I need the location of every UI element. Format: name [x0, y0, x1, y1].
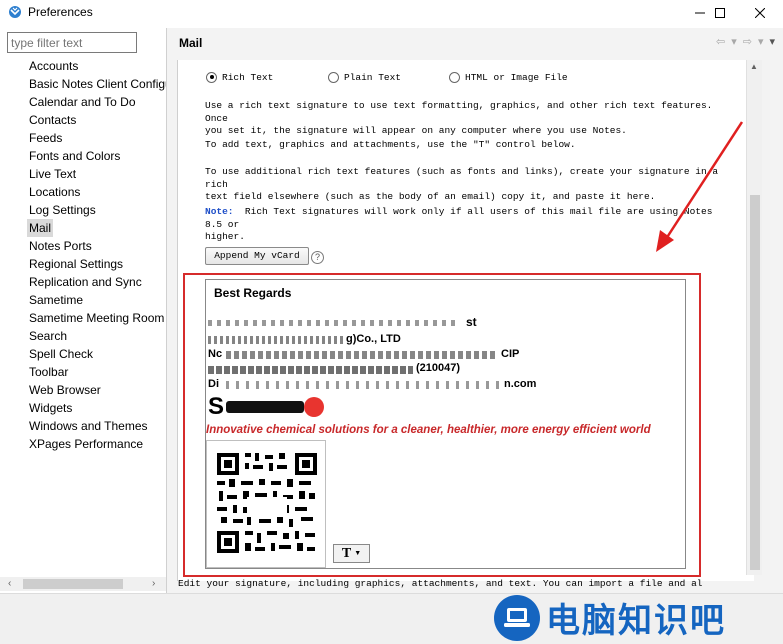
- back-icon[interactable]: ⇦: [716, 35, 725, 48]
- watermark-text: 电脑知识吧: [546, 601, 726, 641]
- nav-item-feeds[interactable]: Feeds: [27, 129, 64, 147]
- nav-item-search[interactable]: Search: [27, 327, 69, 345]
- nav-item-xpages-performance[interactable]: XPages Performance: [27, 435, 145, 453]
- radio-rich-text[interactable]: Rich Text: [206, 70, 273, 84]
- nav-item-sametime-meeting-room[interactable]: Sametime Meeting Room: [27, 309, 166, 327]
- nav-item-locations[interactable]: Locations: [27, 183, 82, 201]
- site-watermark: 电脑知识吧: [494, 591, 783, 644]
- help-icon[interactable]: ?: [311, 251, 324, 264]
- nav-item-notes-ports[interactable]: Notes Ports: [27, 237, 94, 255]
- radio-plain-text[interactable]: Plain Text: [328, 70, 401, 84]
- nav-item-live-text[interactable]: Live Text: [27, 165, 78, 183]
- close-icon: [755, 7, 765, 18]
- nav-item-windows-and-themes[interactable]: Windows and Themes: [27, 417, 150, 435]
- laptop-icon: [494, 594, 540, 641]
- view-menu-icon[interactable]: ▾: [769, 35, 775, 48]
- scroll-up-icon[interactable]: ▲: [750, 62, 758, 71]
- window-title: Preferences: [28, 5, 93, 19]
- maximize-button[interactable]: [700, 0, 740, 25]
- nav-item-accounts[interactable]: Accounts: [27, 57, 80, 75]
- maximize-icon: [715, 7, 725, 18]
- nav-item-fonts-and-colors[interactable]: Fonts and Colors: [27, 147, 122, 165]
- title-bar: Preferences: [0, 0, 783, 25]
- nav-item-widgets[interactable]: Widgets: [27, 399, 74, 417]
- scroll-right-icon[interactable]: ›: [152, 578, 155, 589]
- append-vcard-button[interactable]: Append My vCard: [205, 247, 309, 265]
- signature-panel: Rich Text Plain Text HTML or Image File …: [177, 60, 754, 581]
- close-button[interactable]: [740, 0, 780, 25]
- filter-input[interactable]: [7, 32, 137, 53]
- nav-item-calendar-and-to-do[interactable]: Calendar and To Do: [27, 93, 138, 111]
- radio-rich-text-indicator: [206, 71, 217, 83]
- mail-settings-content: Rich Text Plain Text HTML or Image File …: [167, 58, 783, 593]
- nav-item-spell-check[interactable]: Spell Check: [27, 345, 95, 363]
- nav-item-contacts[interactable]: Contacts: [27, 111, 78, 129]
- radio-rich-text-label: Rich Text: [222, 71, 274, 83]
- radio-plain-text-indicator: [328, 71, 339, 83]
- nav-item-mail[interactable]: Mail: [27, 219, 54, 237]
- nav-item-log-settings[interactable]: Log Settings: [27, 201, 98, 219]
- signature-highlight-box: [183, 273, 701, 577]
- nav-item-sametime[interactable]: Sametime: [27, 291, 85, 309]
- preferences-nav: Accounts Basic Notes Client Configu Calend…: [0, 56, 166, 576]
- t-control-hint: To add text, graphics and attachments, u…: [205, 139, 576, 150]
- app-icon: [9, 6, 21, 18]
- forward-icon[interactable]: ⇨: [743, 35, 752, 48]
- nav-item-replication-and-sync[interactable]: Replication and Sync: [27, 273, 144, 291]
- history-controls: ⇦ ▾ ⇨ ▾ ▾: [716, 35, 775, 48]
- content-vertical-scrollbar[interactable]: ▲: [746, 60, 762, 575]
- radio-html-file-label: HTML or Image File: [465, 71, 568, 83]
- radio-html-file-indicator: [449, 71, 460, 83]
- radio-html-file[interactable]: HTML or Image File: [449, 70, 568, 84]
- radio-plain-text-label: Plain Text: [344, 71, 402, 83]
- page-title: Mail: [179, 36, 203, 50]
- rich-text-description: Use a rich text signature to use text fo…: [205, 100, 713, 136]
- nav-item-toolbar[interactable]: Toolbar: [27, 363, 70, 381]
- note-label: Note:: [205, 206, 234, 217]
- forward-dropdown-icon[interactable]: ▾: [758, 35, 764, 48]
- nav-item-basic-notes-client-configu[interactable]: Basic Notes Client Configu: [27, 75, 166, 93]
- rich-features-hint: To use additional rich text features (su…: [205, 166, 719, 202]
- nav-item-regional-settings[interactable]: Regional Settings: [27, 255, 125, 273]
- page-header: Mail ⇦ ▾ ⇨ ▾ ▾: [167, 28, 783, 58]
- nav-scroll-thumb[interactable]: [23, 579, 123, 589]
- back-dropdown-icon[interactable]: ▾: [731, 35, 737, 48]
- note-body: Rich Text signatures will work only if a…: [205, 206, 713, 242]
- nav-item-web-browser[interactable]: Web Browser: [27, 381, 103, 399]
- scroll-left-icon[interactable]: ‹: [8, 578, 11, 589]
- content-scroll-thumb[interactable]: [750, 195, 760, 570]
- signature-edit-hint: Edit your signature, including graphics,…: [178, 578, 703, 589]
- note-text: Note: Rich Text signatures will work onl…: [205, 206, 735, 244]
- nav-horizontal-scrollbar[interactable]: ‹ ›: [0, 577, 166, 591]
